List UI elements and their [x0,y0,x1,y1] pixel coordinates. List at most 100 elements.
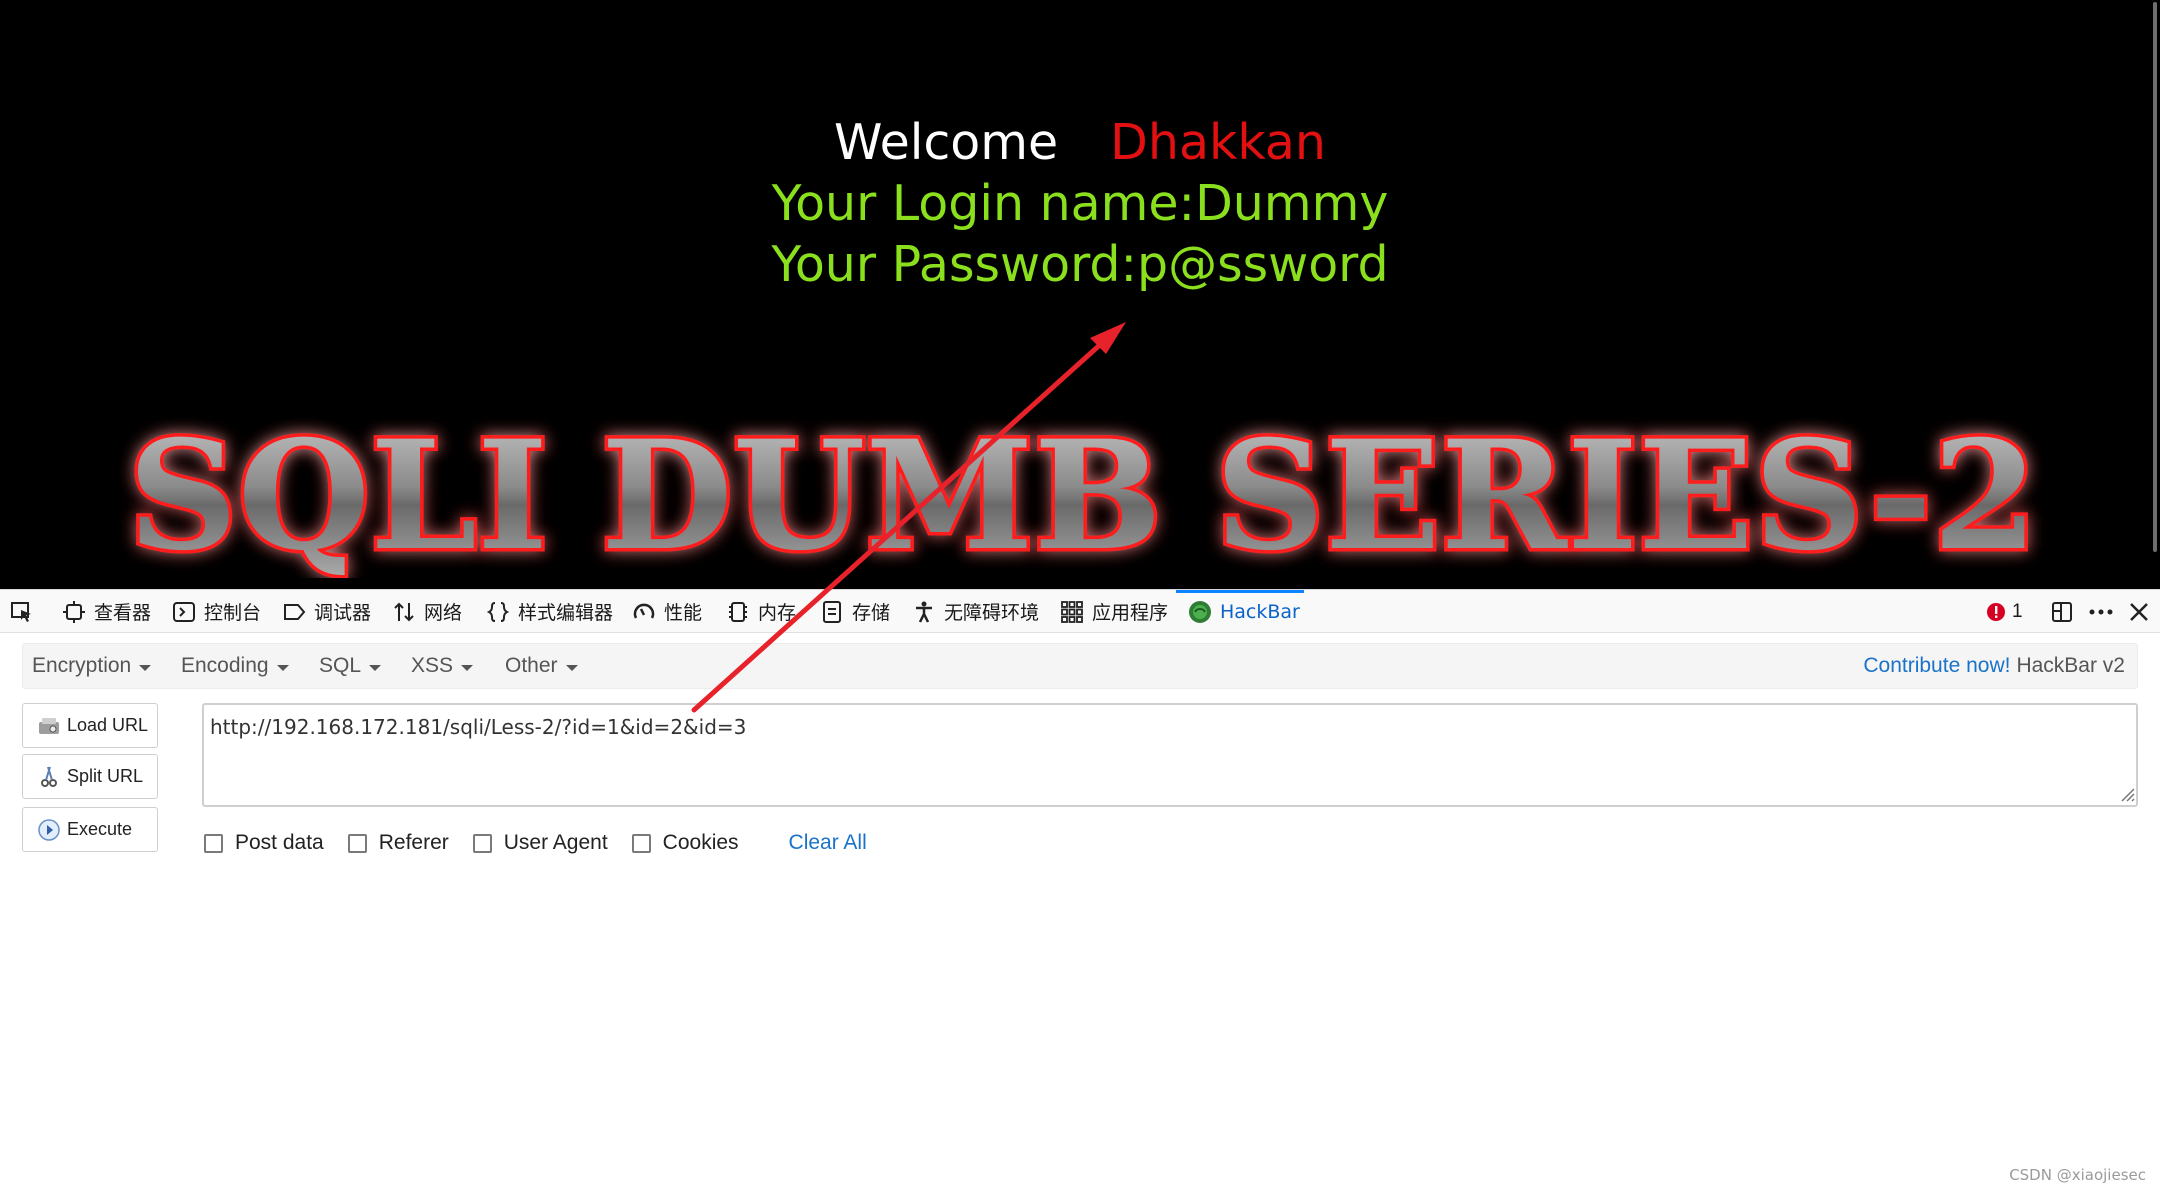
banner-text: SQLI DUMB SERIES-2 [128,418,2038,578]
option-label: User Agent [503,831,608,854]
login-result: Welcome Dhakkan Your Login name:Dummy You… [0,112,2160,295]
hackbar-version: HackBar v2 [2016,654,2125,677]
contribute-link[interactable]: Contribute now! [1863,654,2010,678]
welcome-text: Welcome [834,114,1059,171]
load-url-icon [39,717,59,734]
play-icon [38,818,60,841]
caret-down-icon [461,664,474,671]
hackbar-panel: Encryption Encoding SQL XSS Other Contri… [0,633,2160,1190]
tab-performance[interactable]: 性能 [632,590,702,633]
caret-down-icon [369,664,382,671]
tab-console[interactable]: 控制台 [172,590,261,633]
option-label: Cookies [662,831,739,854]
tab-label: 查看器 [94,602,152,624]
tab-label: 内存 [758,602,797,624]
application-icon [1061,600,1083,623]
tab-application[interactable]: 应用程序 [1060,590,1168,633]
tab-label: 网络 [424,602,463,624]
tab-storage[interactable]: 存储 [820,590,890,633]
hackbar-icon [1189,600,1211,623]
menu-other[interactable]: Other [505,644,578,688]
style-editor-icon [486,601,510,622]
sqli-dumb-series-banner: SQLI DUMB SERIES-2 [125,418,2042,578]
menu-label: XSS [411,654,454,677]
element-picker-icon [11,601,31,622]
password-text: Your Password:p@ssword [771,236,1389,293]
split-url-button[interactable]: Split URL [22,754,158,799]
close-devtools-button[interactable] [2128,590,2150,633]
error-icon [1987,602,2005,621]
cookies-checkbox[interactable] [631,833,651,853]
error-count-badge[interactable]: 1 [1986,590,2023,633]
storage-icon [823,600,841,623]
tab-network[interactable]: 网络 [392,590,462,633]
tab-memory[interactable]: 内存 [726,590,796,633]
menu-encoding[interactable]: Encoding [181,644,289,688]
resize-grip-icon[interactable] [2116,783,2136,803]
element-picker-button[interactable] [10,590,42,633]
watermark: CSDN @xiaojiesec [2009,1166,2146,1184]
menu-label: Encryption [32,654,132,677]
button-label: Load URL [67,715,149,735]
performance-icon [633,603,655,619]
web-page-content: Welcome Dhakkan Your Login name:Dummy You… [0,0,2160,589]
tab-label: 性能 [664,602,703,624]
tab-label: 存储 [852,602,891,624]
page-scrollbar-thumb[interactable] [2153,2,2157,552]
menu-label: Other [505,654,558,677]
tab-label: 样式编辑器 [518,602,614,624]
welcome-username: Dhakkan [1110,114,1326,171]
request-options: Post data Referer User Agent Cookies Cle… [204,825,867,861]
menu-sql[interactable]: SQL [319,644,382,688]
more-options-button[interactable] [2088,590,2114,633]
referer-option[interactable]: Referer [347,831,449,855]
network-icon [394,602,414,621]
page-scrollbar[interactable] [2146,0,2160,589]
welcome-line: Welcome Dhakkan [0,112,2160,173]
dock-toggle-button[interactable] [2050,590,2074,633]
referer-checkbox[interactable] [347,833,367,853]
url-input[interactable]: http://192.168.172.181/sqli/Less-2/?id=1… [202,703,2138,807]
execute-button[interactable]: Execute [22,807,158,852]
menu-xss[interactable]: XSS [411,644,474,688]
dock-side-icon [2052,601,2072,622]
accessibility-icon [916,601,932,623]
caret-down-icon [139,664,152,671]
tab-label: 控制台 [204,602,262,624]
tab-hackbar[interactable]: HackBar [1188,590,1300,633]
option-label: Post data [235,831,324,854]
tab-label: HackBar [1220,600,1300,623]
more-dots-icon [2089,609,2113,614]
console-icon [173,601,195,622]
error-count: 1 [2012,600,2023,622]
inspector-icon [63,600,85,623]
post-data-option[interactable]: Post data [204,831,324,855]
button-label: Execute [67,819,133,839]
option-label: Referer [378,831,449,854]
debugger-icon [284,603,306,620]
menu-label: Encoding [181,654,269,677]
load-url-button[interactable]: Load URL [22,703,158,748]
scissors-icon [41,766,57,787]
tab-label: 调试器 [314,602,372,624]
active-tab-indicator [1176,590,1304,593]
tab-debugger[interactable]: 调试器 [282,590,371,633]
post-data-checkbox[interactable] [204,833,223,853]
user-agent-checkbox[interactable] [472,833,492,853]
hackbar-contribute: Contribute now! HackBar v2 [1863,644,2125,688]
menu-encryption[interactable]: Encryption [32,644,152,688]
cookies-option[interactable]: Cookies [631,831,739,855]
tab-style-editor[interactable]: 样式编辑器 [486,590,613,633]
clear-all-link[interactable]: Clear All [789,831,867,855]
close-icon [2130,602,2148,621]
hackbar-menubar: Encryption Encoding SQL XSS Other Contri… [22,643,2138,689]
browser-window: Welcome Dhakkan Your Login name:Dummy You… [0,0,2160,1190]
user-agent-option[interactable]: User Agent [472,831,608,855]
caret-down-icon [565,664,578,671]
caret-down-icon [276,664,289,671]
button-label: Split URL [67,766,144,786]
tab-accessibility[interactable]: 无障碍环境 [912,590,1039,633]
tab-inspector[interactable]: 查看器 [62,590,151,633]
tab-label: 应用程序 [1092,602,1169,624]
devtools-toolbar: 查看器 控制台 调试器 网络 样式编辑器 性能 内存 存储 无障碍环境 应用程序… [0,589,2160,633]
